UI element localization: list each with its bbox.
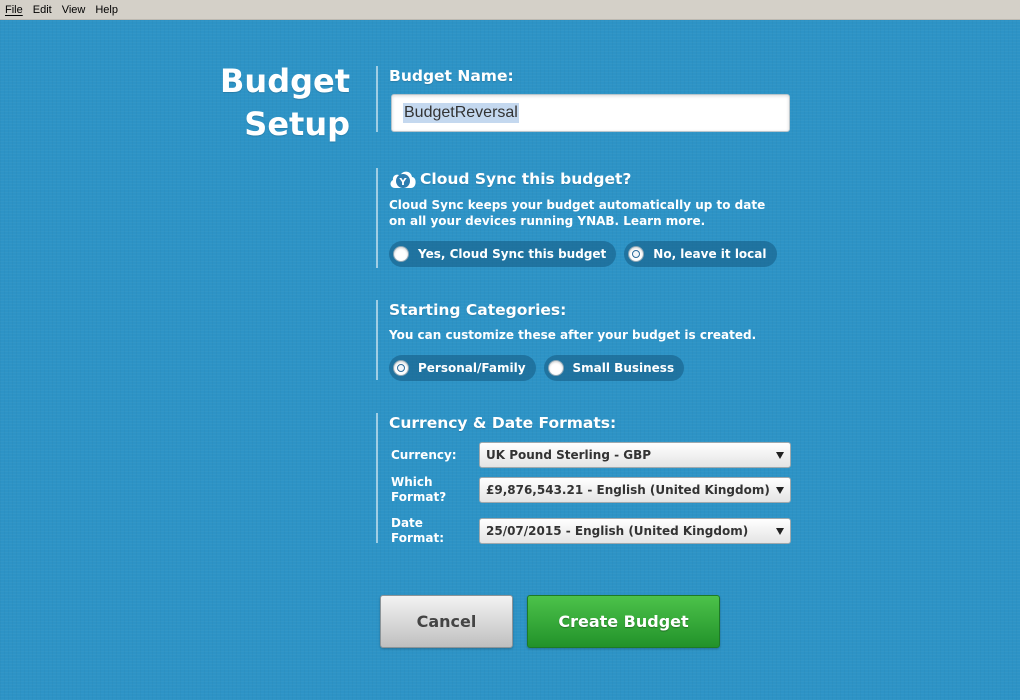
personal-family-radio[interactable]: Personal/Family <box>389 355 536 381</box>
cloud-sync-yes-label: Yes, Cloud Sync this budget <box>418 247 607 261</box>
radio-selected-icon <box>628 246 645 262</box>
starting-categories-description: You can customize these after your budge… <box>389 328 757 342</box>
date-format-value: 25/07/2015 - English (United Kingdom) <box>486 524 749 538</box>
formats-heading: Currency & Date Formats: <box>389 414 617 432</box>
radio-unselected-icon <box>393 246 409 262</box>
radio-selected-icon <box>393 360 409 376</box>
budget-name-input[interactable]: BudgetReversal <box>391 94 790 132</box>
budget-name-value: BudgetReversal <box>403 103 519 123</box>
budget-name-label: Budget Name: <box>389 67 514 85</box>
menu-bar: File Edit View Help <box>0 0 1020 20</box>
date-format-label: Date Format: <box>391 516 445 545</box>
currency-select[interactable]: UK Pound Sterling - GBP <box>479 442 791 468</box>
menu-edit[interactable]: Edit <box>28 0 57 20</box>
date-format-select[interactable]: 25/07/2015 - English (United Kingdom) <box>479 518 791 544</box>
small-business-radio[interactable]: Small Business <box>543 355 685 381</box>
number-format-label: Which Format? <box>391 475 479 505</box>
page-title-line1: Budget <box>220 62 350 100</box>
cloud-icon-letter: Y <box>398 177 407 188</box>
menu-file[interactable]: File <box>0 0 28 20</box>
budget-name-section: Budget Name: BudgetReversal <box>376 66 796 132</box>
menu-view[interactable]: View <box>57 0 91 20</box>
starting-categories-section: Starting Categories: You can customize t… <box>376 300 796 381</box>
starting-categories-heading: Starting Categories: <box>389 301 567 319</box>
dropdown-arrow-icon <box>776 452 784 459</box>
cloud-sync-yes-radio[interactable]: Yes, Cloud Sync this budget <box>389 241 617 267</box>
number-format-value: £9,876,543.21 - English (United Kingdom) <box>486 483 770 497</box>
number-format-label-line1: Which <box>391 475 433 489</box>
number-format-select[interactable]: £9,876,543.21 - English (United Kingdom) <box>479 477 791 503</box>
number-format-label-line2: Format? <box>391 490 447 504</box>
page-title-line2: Setup <box>244 105 350 143</box>
cloud-sync-no-label: No, leave it local <box>653 247 767 261</box>
small-business-label: Small Business <box>572 361 675 375</box>
currency-label: Currency: <box>391 447 457 462</box>
radio-unselected-icon <box>547 360 564 376</box>
cloud-sync-no-radio[interactable]: No, leave it local <box>624 241 777 267</box>
date-format-row: Date Format: 25/07/2015 - English (Unite… <box>391 516 791 546</box>
dropdown-arrow-icon <box>776 528 784 535</box>
cloud-icon: Y <box>389 168 417 190</box>
cloud-sync-description: Cloud Sync keeps your budget automatical… <box>389 198 766 228</box>
personal-family-label: Personal/Family <box>418 361 526 375</box>
cloud-sync-section: Y Cloud Sync this budget? Cloud Sync kee… <box>376 168 796 268</box>
number-format-row: Which Format? £9,876,543.21 - English (U… <box>391 475 791 505</box>
cancel-button[interactable]: Cancel <box>380 595 513 648</box>
page-title: Budget Setup <box>220 60 350 146</box>
cloud-sync-heading: Cloud Sync this budget? <box>420 170 632 188</box>
currency-row: Currency: UK Pound Sterling - GBP <box>391 442 791 468</box>
formats-section: Currency & Date Formats: Currency: UK Po… <box>376 413 796 546</box>
currency-value: UK Pound Sterling - GBP <box>486 448 652 462</box>
create-budget-button[interactable]: Create Budget <box>527 595 720 648</box>
dropdown-arrow-icon <box>776 487 784 494</box>
menu-help[interactable]: Help <box>90 0 123 20</box>
